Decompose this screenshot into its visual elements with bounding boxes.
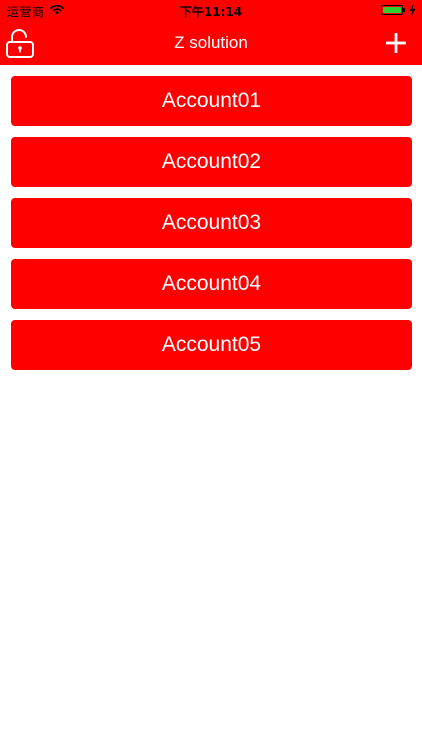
battery-tip bbox=[403, 8, 405, 12]
account-list: Account01 Account02 Account03 Account04 … bbox=[11, 76, 412, 381]
bolt-icon bbox=[409, 4, 416, 16]
app-screen: 运营商 下午11:14 Z solution Account01 Account… bbox=[0, 0, 422, 750]
battery-level bbox=[383, 7, 401, 13]
account-item[interactable]: Account04 bbox=[11, 259, 412, 309]
account-item[interactable]: Account01 bbox=[11, 76, 412, 126]
plus-icon[interactable] bbox=[383, 30, 409, 56]
account-item[interactable]: Account02 bbox=[11, 137, 412, 187]
header: 运营商 下午11:14 Z solution bbox=[0, 0, 422, 65]
account-item[interactable]: Account05 bbox=[11, 320, 412, 370]
navigation-bar: Z solution bbox=[0, 22, 422, 65]
status-bar: 运营商 下午11:14 bbox=[0, 0, 422, 22]
battery-icon bbox=[381, 5, 403, 15]
page-title: Z solution bbox=[174, 33, 248, 52]
account-item[interactable]: Account03 bbox=[11, 198, 412, 248]
status-time: 下午11:14 bbox=[179, 5, 243, 19]
